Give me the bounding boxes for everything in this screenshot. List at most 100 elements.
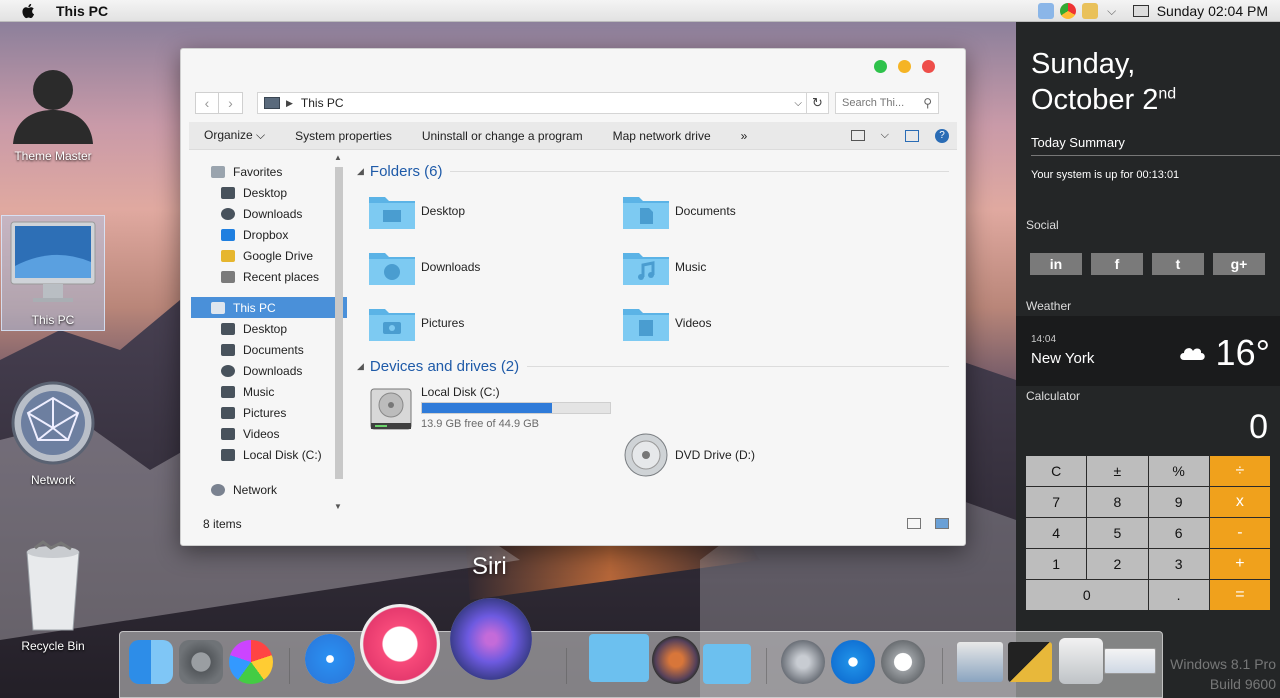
calc-key-minus[interactable]: -	[1209, 518, 1270, 548]
more-commands-button[interactable]: »	[726, 129, 763, 143]
facebook-button[interactable]: f	[1091, 253, 1143, 275]
change-view-icon[interactable]	[850, 130, 865, 141]
calc-key-plus[interactable]: +	[1209, 549, 1270, 579]
nav-fav-desktop[interactable]: Desktop	[191, 182, 347, 203]
desktop-icon-this-pc[interactable]: This PC	[1, 215, 105, 331]
network-tray-icon[interactable]	[1037, 3, 1054, 19]
app-store-icon[interactable]	[831, 640, 875, 684]
minimized-window-thumbnail[interactable]	[1104, 648, 1156, 674]
chevron-down-icon[interactable]: ⌵	[881, 129, 889, 142]
calc-key-0[interactable]: 0	[1026, 580, 1148, 610]
nav-this-pc[interactable]: This PC	[191, 297, 347, 318]
refresh-button[interactable]: ↻	[807, 92, 829, 114]
applications-folder-icon[interactable]	[703, 644, 751, 684]
calc-key-4[interactable]: 4	[1026, 518, 1087, 548]
close-button[interactable]	[922, 60, 935, 73]
photo-booth-icon[interactable]	[1008, 642, 1052, 682]
calc-key-5[interactable]: 5	[1087, 518, 1148, 548]
nav-fav-recent-places[interactable]: Recent places	[191, 266, 347, 287]
calc-key-6[interactable]: 6	[1148, 518, 1209, 548]
calc-key-clear[interactable]: C	[1026, 456, 1087, 486]
weather-widget[interactable]: 14:04 New York 16°	[1016, 316, 1280, 386]
folder-tray-icon[interactable]	[1081, 3, 1098, 19]
folders-group-header[interactable]: ◢ Folders (6)	[357, 163, 949, 180]
calc-key-decimal[interactable]: .	[1148, 580, 1209, 610]
nav-pc-local-disk[interactable]: Local Disk (C:)	[191, 444, 347, 465]
drive-c[interactable]: Local Disk (C:) 13.9 GB free of 44.9 GB	[369, 385, 611, 433]
details-view-icon[interactable]	[907, 518, 921, 529]
scrollbar-thumb[interactable]	[335, 167, 343, 479]
nav-network[interactable]: Network	[191, 479, 347, 500]
organize-button[interactable]: Organize ⌵	[189, 128, 280, 143]
large-icons-view-icon[interactable]	[935, 518, 949, 529]
nav-pc-documents[interactable]: Documents	[191, 339, 347, 360]
search-input[interactable]: Search Thi... ⚲	[835, 92, 939, 114]
settings-gear-icon[interactable]	[179, 640, 223, 684]
minimize-button[interactable]	[898, 60, 911, 73]
map-network-drive-button[interactable]: Map network drive	[598, 129, 726, 143]
apple-icon[interactable]	[20, 2, 38, 20]
calc-key-divide[interactable]: ÷	[1209, 456, 1270, 486]
calc-key-2[interactable]: 2	[1087, 549, 1148, 579]
calc-key-equals[interactable]: =	[1209, 580, 1270, 610]
folder-videos[interactable]: Videos	[623, 305, 711, 341]
safari-icon[interactable]	[305, 634, 355, 684]
linkedin-button[interactable]: in	[1030, 253, 1082, 275]
folder-desktop[interactable]: Desktop	[369, 193, 465, 229]
weather-time: 14:04	[1031, 334, 1057, 345]
itunes-icon[interactable]	[360, 604, 440, 684]
folder-icon[interactable]	[589, 634, 649, 682]
preview-pane-icon[interactable]	[905, 129, 919, 142]
game-center-icon[interactable]	[229, 640, 273, 684]
nav-pc-pictures[interactable]: Pictures	[191, 402, 347, 423]
power-icon[interactable]	[881, 640, 925, 684]
desktop-icon-theme-master[interactable]: Theme Master	[1, 62, 105, 163]
finder-icon[interactable]	[129, 640, 173, 684]
calc-key-1[interactable]: 1	[1026, 549, 1087, 579]
calc-key-sign[interactable]: ±	[1087, 456, 1148, 486]
dock-trash-icon[interactable]	[1059, 638, 1103, 684]
folder-downloads[interactable]: Downloads	[369, 249, 480, 285]
chevron-down-icon[interactable]: ⌵	[1104, 3, 1120, 19]
nav-fav-downloads[interactable]: Downloads	[191, 203, 347, 224]
system-properties-button[interactable]: System properties	[280, 129, 407, 143]
menu-app-title[interactable]: This PC	[56, 3, 108, 19]
keyboard-icon[interactable]	[1132, 5, 1149, 17]
folder-documents[interactable]: Documents	[623, 193, 736, 229]
chrome-tray-icon[interactable]	[1059, 3, 1076, 19]
address-bar[interactable]: ▶ This PC ⌵	[257, 92, 807, 114]
calc-key-8[interactable]: 8	[1087, 487, 1148, 517]
maximize-button[interactable]	[874, 60, 887, 73]
calc-key-multiply[interactable]: x	[1209, 487, 1270, 517]
google-plus-button[interactable]: g+	[1213, 253, 1265, 275]
help-icon[interactable]: ?	[935, 128, 949, 143]
calc-key-9[interactable]: 9	[1148, 487, 1209, 517]
siri-icon[interactable]	[450, 598, 532, 680]
chevron-down-icon[interactable]: ⌵	[794, 98, 802, 109]
nav-pc-music[interactable]: Music	[191, 381, 347, 402]
back-button[interactable]: ‹	[195, 92, 219, 114]
nav-pc-videos[interactable]: Videos	[191, 423, 347, 444]
nav-scrollbar[interactable]: ▲ ▼	[333, 153, 345, 511]
calc-key-7[interactable]: 7	[1026, 487, 1087, 517]
uninstall-program-button[interactable]: Uninstall or change a program	[407, 129, 598, 143]
wallpaper-disc-icon[interactable]	[652, 636, 700, 684]
nav-pc-desktop[interactable]: Desktop	[191, 318, 347, 339]
forward-button[interactable]: ›	[219, 92, 243, 114]
calc-key-3[interactable]: 3	[1148, 549, 1209, 579]
calc-key-percent[interactable]: %	[1148, 456, 1209, 486]
folder-pictures[interactable]: Pictures	[369, 305, 464, 341]
drives-group-header[interactable]: ◢ Devices and drives (2)	[357, 358, 949, 375]
desktop-icon-network[interactable]: Network	[1, 378, 105, 487]
nav-fav-google-drive[interactable]: Google Drive	[191, 245, 347, 266]
launchpad-rocket-icon[interactable]	[781, 640, 825, 684]
nav-pc-downloads[interactable]: Downloads	[191, 360, 347, 381]
folder-music[interactable]: Music	[623, 249, 706, 285]
nav-favorites[interactable]: Favorites	[191, 161, 347, 182]
twitter-button[interactable]: t	[1152, 253, 1204, 275]
menu-clock[interactable]: Sunday 02:04 PM	[1157, 3, 1268, 19]
nav-fav-dropbox[interactable]: Dropbox	[191, 224, 347, 245]
drive-d[interactable]: DVD Drive (D:)	[623, 431, 755, 479]
desktop-icon-recycle-bin[interactable]: Recycle Bin	[1, 540, 105, 653]
preview-photos-icon[interactable]	[957, 642, 1003, 682]
